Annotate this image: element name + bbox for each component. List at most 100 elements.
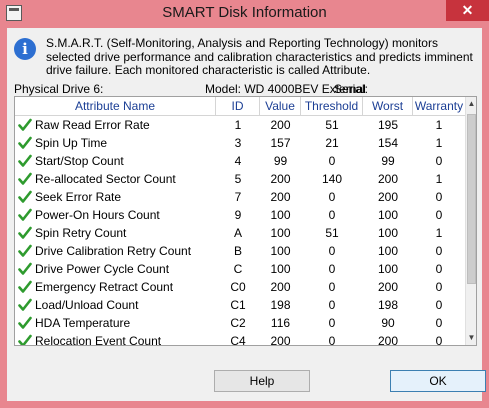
cell-name: Emergency Retract Count	[35, 280, 174, 294]
cell-id: 4	[234, 154, 242, 168]
info-icon: i	[14, 38, 36, 60]
green-check-icon	[18, 208, 32, 221]
cell-value: 200	[270, 280, 291, 294]
cell-value: 100	[270, 262, 291, 276]
column-header-id[interactable]: ID	[216, 97, 260, 115]
cell-value: 100	[270, 226, 291, 240]
cell-id: 3	[234, 136, 242, 150]
scroll-up-arrow-icon[interactable]: ▲	[466, 97, 476, 111]
table-row[interactable]: HDA Temperature C2 116 0 90 0	[15, 314, 465, 332]
cell-warranty: 1	[435, 118, 443, 132]
table-row[interactable]: Drive Calibration Retry Count B 100 0 100 0	[15, 242, 465, 260]
scroll-down-arrow-icon[interactable]: ▼	[466, 331, 476, 345]
table-row[interactable]: Raw Read Error Rate 1 200 51 195 1	[15, 116, 465, 134]
column-header-threshold[interactable]: Threshold	[301, 97, 363, 115]
cell-worst: 100	[377, 226, 399, 240]
table-row[interactable]: Spin Up Time 3 157 21 154 1	[15, 134, 465, 152]
table-row[interactable]: Re-allocated Sector Count 5 200 140 200 1	[15, 170, 465, 188]
green-check-icon	[18, 118, 32, 131]
table-header: Attribute Name ID Value Threshold Worst …	[15, 97, 465, 116]
cell-threshold: 0	[328, 154, 336, 168]
cell-worst: 99	[381, 154, 395, 168]
cell-name: Power-On Hours Count	[35, 208, 160, 222]
vertical-scrollbar[interactable]: ▲ ▼	[465, 97, 476, 345]
cell-threshold: 0	[328, 262, 336, 276]
green-check-icon	[18, 172, 32, 185]
cell-name: Raw Read Error Rate	[35, 118, 150, 132]
green-check-icon	[18, 280, 32, 293]
cell-worst: 100	[377, 244, 399, 258]
table-row[interactable]: Power-On Hours Count 9 100 0 100 0	[15, 206, 465, 224]
cell-worst: 154	[377, 136, 399, 150]
cell-worst: 90	[381, 316, 395, 330]
column-header-warranty[interactable]: Warranty	[413, 97, 465, 115]
cell-id: B	[233, 244, 242, 258]
cell-threshold: 21	[325, 136, 339, 150]
cell-id: C2	[230, 316, 246, 330]
green-check-icon	[18, 244, 32, 257]
drive-label: Physical Drive 6:	[14, 82, 104, 96]
cell-worst: 200	[377, 172, 399, 186]
cell-warranty: 1	[435, 136, 443, 150]
table-row[interactable]: Spin Retry Count A 100 51 100 1	[15, 224, 465, 242]
help-button[interactable]: Help	[214, 370, 310, 392]
scroll-thumb[interactable]	[467, 114, 476, 284]
cell-id: 5	[234, 172, 242, 186]
cell-worst: 100	[377, 208, 399, 222]
cell-warranty: 0	[435, 244, 443, 258]
cell-value: 200	[270, 172, 291, 186]
cell-value: 157	[270, 136, 291, 150]
cell-value: 100	[270, 244, 291, 258]
green-check-icon	[18, 298, 32, 311]
cell-name: Load/Unload Count	[35, 298, 139, 312]
green-check-icon	[18, 262, 32, 275]
cell-name: Start/Stop Count	[35, 154, 124, 168]
cell-name: Drive Power Cycle Count	[35, 262, 170, 276]
column-header-attribute-name[interactable]: Attribute Name	[15, 97, 216, 115]
table-row[interactable]: Drive Power Cycle Count C 100 0 100 0	[15, 260, 465, 278]
cell-worst: 198	[377, 298, 399, 312]
column-header-worst[interactable]: Worst	[363, 97, 413, 115]
cell-id: 9	[234, 208, 242, 222]
cell-worst: 200	[377, 280, 399, 294]
cell-threshold: 0	[328, 280, 336, 294]
cell-threshold: 51	[325, 118, 339, 132]
smart-description: S.M.A.R.T. (Self-Monitoring, Analysis an…	[46, 36, 473, 77]
table-row[interactable]: Emergency Retract Count C0 200 0 200 0	[15, 278, 465, 296]
cell-warranty: 0	[435, 280, 443, 294]
cell-threshold: 0	[328, 190, 336, 204]
cell-worst: 200	[377, 190, 399, 204]
table-row[interactable]: Load/Unload Count C1 198 0 198 0	[15, 296, 465, 314]
cell-name: Seek Error Rate	[35, 190, 122, 204]
cell-name: Spin Retry Count	[35, 226, 127, 240]
cell-threshold: 51	[325, 226, 339, 240]
title-bar: SMART Disk Information ✕	[0, 0, 489, 28]
cell-threshold: 0	[328, 316, 336, 330]
table-row[interactable]: Seek Error Rate 7 200 0 200 0	[15, 188, 465, 206]
cell-worst: 195	[377, 118, 399, 132]
close-button[interactable]: ✕	[446, 0, 489, 21]
cell-warranty: 1	[435, 172, 443, 186]
cell-value: 100	[270, 208, 291, 222]
cell-worst: 100	[377, 262, 399, 276]
cell-value: 200	[270, 190, 291, 204]
green-check-icon	[18, 226, 32, 239]
cell-warranty: 0	[435, 262, 443, 276]
ok-button[interactable]: OK	[390, 370, 486, 392]
cell-name: Relocation Event Count	[35, 334, 162, 346]
dialog-body: i S.M.A.R.T. (Self-Monitoring, Analysis …	[7, 28, 486, 401]
cell-id: C0	[230, 280, 246, 294]
cell-threshold: 140	[321, 172, 343, 186]
cell-id: A	[233, 226, 242, 240]
table-row[interactable]: Relocation Event Count C4 200 0 200 0	[15, 332, 465, 346]
table-row[interactable]: Start/Stop Count 4 99 0 99 0	[15, 152, 465, 170]
cell-warranty: 0	[435, 208, 443, 222]
cell-warranty: 0	[435, 316, 443, 330]
column-header-value[interactable]: Value	[260, 97, 301, 115]
cell-name: Drive Calibration Retry Count	[35, 244, 192, 258]
green-check-icon	[18, 136, 32, 149]
cell-value: 200	[270, 118, 291, 132]
cell-worst: 200	[377, 334, 399, 346]
cell-warranty: 0	[435, 190, 443, 204]
attribute-table[interactable]: Attribute Name ID Value Threshold Worst …	[14, 96, 477, 346]
